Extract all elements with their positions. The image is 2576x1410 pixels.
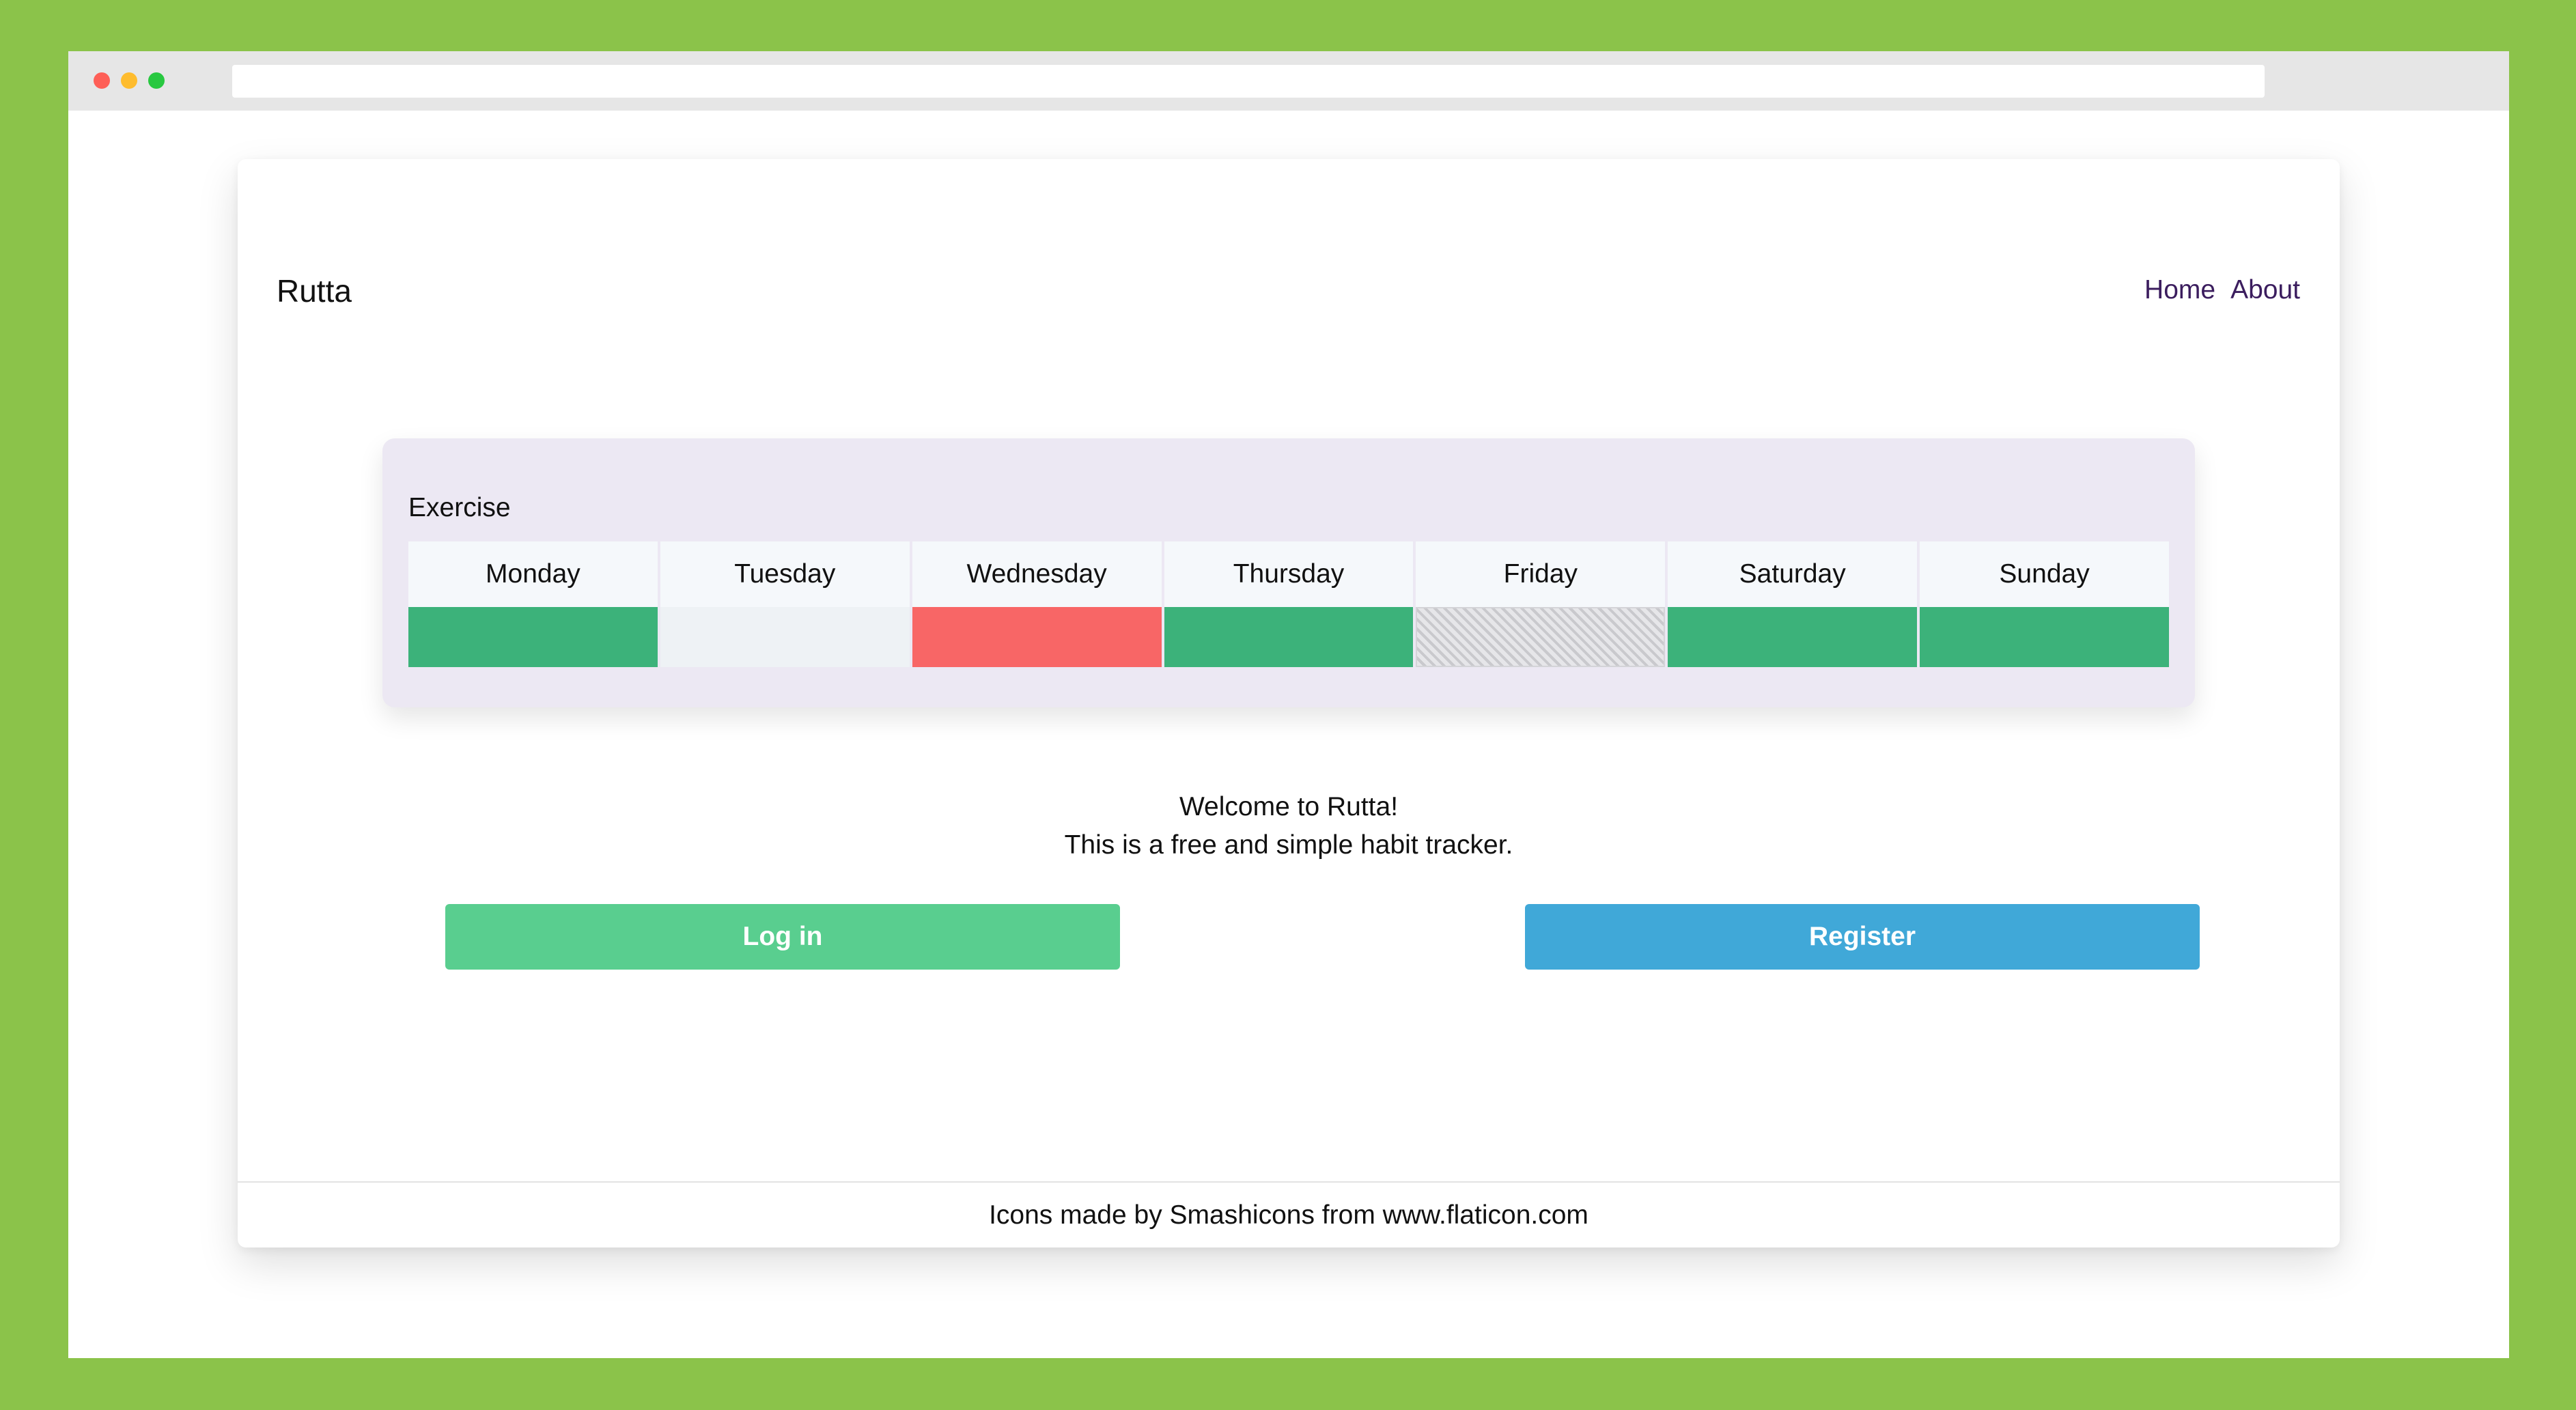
- habit-title: Exercise: [408, 493, 511, 522]
- day-status-sunday[interactable]: [1920, 607, 2169, 667]
- day-status-thursday[interactable]: [1164, 607, 1414, 667]
- register-button[interactable]: Register: [1525, 904, 2200, 970]
- day-label: Friday: [1416, 541, 1666, 607]
- close-window-button[interactable]: [94, 72, 110, 89]
- day-column-friday: Friday: [1416, 541, 1666, 667]
- day-label: Wednesday: [912, 541, 1162, 607]
- day-column-wednesday: Wednesday: [912, 541, 1162, 667]
- app-container: Rutta Home About Exercise Monday Tuesday…: [238, 159, 2340, 1247]
- maximize-window-button[interactable]: [148, 72, 165, 89]
- day-label: Sunday: [1920, 541, 2169, 607]
- login-button[interactable]: Log in: [445, 904, 1120, 970]
- day-status-monday[interactable]: [408, 607, 658, 667]
- day-column-saturday: Saturday: [1668, 541, 1918, 667]
- welcome-heading: Welcome to Rutta!: [1179, 792, 1399, 821]
- day-label: Thursday: [1164, 541, 1414, 607]
- footer-credit: Icons made by Smashicons from www.flatic…: [989, 1200, 1588, 1230]
- habit-card: Exercise Monday Tuesday Wednesday Thursd…: [382, 438, 2195, 707]
- footer: Icons made by Smashicons from www.flatic…: [238, 1181, 2340, 1247]
- minimize-window-button[interactable]: [121, 72, 137, 89]
- day-column-thursday: Thursday: [1164, 541, 1414, 667]
- welcome-tagline: This is a free and simple habit tracker.: [1064, 830, 1513, 860]
- week-grid: Monday Tuesday Wednesday Thursday Friday: [408, 541, 2169, 667]
- day-status-tuesday[interactable]: [660, 607, 910, 667]
- day-status-saturday[interactable]: [1668, 607, 1918, 667]
- day-label: Tuesday: [660, 541, 910, 607]
- day-label: Monday: [408, 541, 658, 607]
- day-label: Saturday: [1668, 541, 1918, 607]
- day-column-tuesday: Tuesday: [660, 541, 910, 667]
- day-column-sunday: Sunday: [1920, 541, 2169, 667]
- day-column-monday: Monday: [408, 541, 658, 667]
- day-status-wednesday[interactable]: [912, 607, 1162, 667]
- nav-home-link[interactable]: Home: [2144, 277, 2215, 303]
- nav-about-link[interactable]: About: [2230, 277, 2300, 303]
- brand-logo[interactable]: Rutta: [277, 275, 352, 307]
- browser-toolbar: [68, 51, 2509, 111]
- address-bar[interactable]: [232, 65, 2265, 98]
- main-nav: Home About: [2144, 277, 2300, 303]
- day-status-friday[interactable]: [1416, 607, 1666, 667]
- browser-window: Rutta Home About Exercise Monday Tuesday…: [68, 51, 2509, 1358]
